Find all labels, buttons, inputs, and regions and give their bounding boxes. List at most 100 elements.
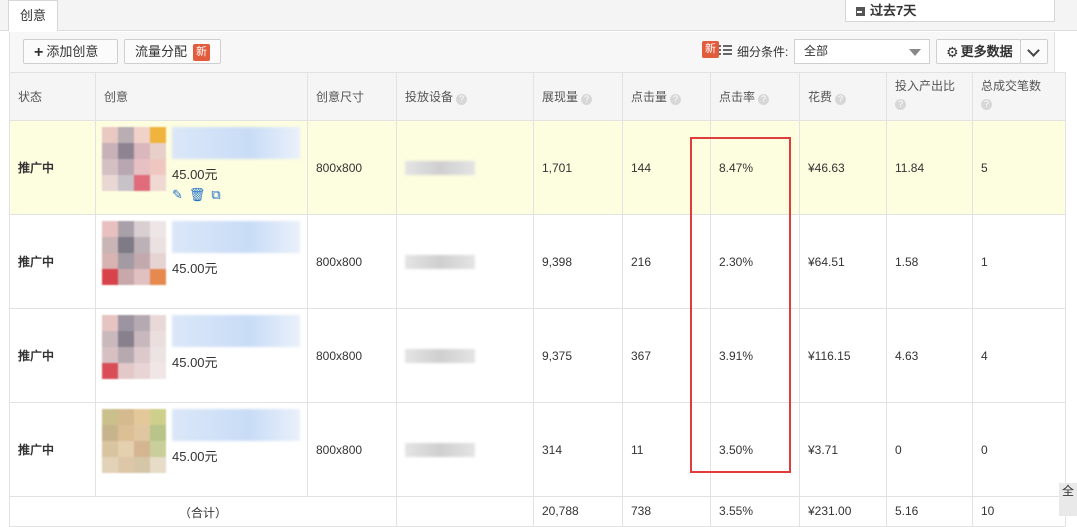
ctr-cell: 3.50% [710, 402, 800, 497]
new-badge: 新 [193, 44, 211, 61]
table-row: 推广中 45.00元 800x800 314 11 3.50% ¥3.71 0 … [9, 402, 1066, 497]
creative-thumbnail[interactable] [102, 221, 166, 285]
impressions-cell: 1,701 [533, 120, 623, 215]
date-range-button[interactable]: 过去7天 [845, 0, 1055, 22]
help-icon[interactable]: ? [670, 94, 682, 105]
col-status[interactable]: 状态 [9, 72, 96, 121]
creative-cell: 45.00元 [95, 402, 308, 497]
plus-icon: + [34, 44, 44, 61]
tab-creative[interactable]: 创意 [8, 0, 58, 31]
total-impressions: 20,788 [533, 496, 623, 527]
copy-icon[interactable]: ⧉ [211, 187, 226, 202]
side-float-tab[interactable]: 全 [1059, 483, 1077, 516]
calendar-icon [856, 7, 865, 16]
help-icon[interactable]: ? [981, 99, 992, 110]
table-row: 推广中 45.00元 800x800 9,398 216 2.30% ¥64.5… [9, 214, 1066, 309]
traffic-allocation-button[interactable]: 流量分配新 [124, 39, 221, 64]
clicks-cell: 11 [622, 402, 711, 497]
orders-cell: 4 [972, 308, 1066, 403]
gear-icon: ⚙ [946, 44, 959, 60]
orders-cell: 0 [972, 402, 1066, 497]
date-range-label: 过去7天 [870, 3, 917, 18]
size-cell: 800x800 [307, 308, 397, 403]
list-icon [719, 45, 732, 55]
cost-cell: ¥116.15 [799, 308, 887, 403]
table-row: 推广中 45.00元 800x800 9,375 367 3.91% ¥116.… [9, 308, 1066, 403]
help-icon[interactable]: ? [581, 94, 593, 105]
creative-title[interactable] [172, 127, 300, 159]
creative-title[interactable] [172, 315, 300, 347]
cost-cell: ¥3.71 [799, 402, 887, 497]
col-creative[interactable]: 创意 [95, 72, 308, 121]
row-actions: ✎🗑⧉ [172, 187, 227, 203]
total-ctr: 3.55% [710, 496, 800, 527]
trash-icon[interactable]: 🗑 [189, 187, 212, 202]
device-value [405, 442, 475, 457]
roi-cell: 11.84 [886, 120, 973, 215]
ctr-cell: 8.47% [710, 120, 800, 215]
total-clicks: 738 [622, 496, 711, 527]
creative-price: 45.00元 [172, 167, 218, 182]
segment-select-value: 全部 [804, 44, 829, 58]
more-data-label: 更多数据 [960, 44, 1013, 59]
clicks-cell: 144 [622, 120, 711, 215]
impressions-cell: 9,398 [533, 214, 623, 309]
table-header: 状态 创意 创意尺寸 投放设备? 展现量? 点击量? 点击率? 花费? 投入产出… [9, 72, 1066, 121]
status-cell: 推广中 [9, 308, 96, 403]
device-cell [396, 214, 534, 309]
caret-down-icon [909, 49, 921, 56]
creative-title[interactable] [172, 221, 300, 253]
col-roi[interactable]: 投入产出比? [886, 72, 973, 121]
col-impressions[interactable]: 展现量? [533, 72, 623, 121]
clicks-cell: 367 [622, 308, 711, 403]
size-cell: 800x800 [307, 402, 397, 497]
segment-select[interactable]: 全部 [794, 39, 930, 64]
total-orders: 10 [972, 496, 1066, 527]
col-size[interactable]: 创意尺寸 [307, 72, 397, 121]
table-row: 推广中 45.00元 ✎🗑⧉ 800x800 1,701 144 8.47% ¥… [9, 120, 1066, 215]
device-value [405, 254, 475, 269]
col-clicks[interactable]: 点击量? [622, 72, 711, 121]
status-cell: 推广中 [9, 214, 96, 309]
help-icon[interactable]: ? [456, 94, 468, 105]
add-creative-button[interactable]: + 添加创意 [23, 39, 118, 64]
orders-cell: 5 [972, 120, 1066, 215]
creative-table: 状态 创意 创意尺寸 投放设备? 展现量? 点击量? 点击率? 花费? 投入产出… [9, 72, 1066, 527]
creative-cell: 45.00元 ✎🗑⧉ [95, 120, 308, 215]
impressions-cell: 9,375 [533, 308, 623, 403]
ctr-cell: 3.91% [710, 308, 800, 403]
more-data-button[interactable]: ⚙ 更多数据 [936, 39, 1021, 64]
more-data-dropdown[interactable] [1020, 39, 1048, 64]
col-device[interactable]: 投放设备? [396, 72, 534, 121]
creative-price: 45.00元 [172, 261, 218, 276]
help-icon[interactable]: ? [758, 94, 770, 105]
edit-icon[interactable]: ✎ [172, 187, 189, 202]
help-icon[interactable]: ? [895, 99, 906, 110]
col-cost[interactable]: 花费? [799, 72, 887, 121]
roi-cell: 1.58 [886, 214, 973, 309]
creative-cell: 45.00元 [95, 308, 308, 403]
clicks-cell: 216 [622, 214, 711, 309]
device-cell [396, 308, 534, 403]
col-orders[interactable]: 总成交笔数? [972, 72, 1066, 121]
top-tab-bar: 创意 过去7天 [0, 0, 1077, 31]
help-icon[interactable]: ? [835, 94, 847, 105]
total-label: （合计） [9, 496, 397, 527]
cost-cell: ¥46.63 [799, 120, 887, 215]
device-cell [396, 120, 534, 215]
creative-price: 45.00元 [172, 449, 218, 464]
creative-title[interactable] [172, 409, 300, 441]
total-row: （合计） 20,788 738 3.55% ¥231.00 5.16 10 [9, 496, 1066, 527]
chevron-down-icon [1027, 44, 1040, 57]
creative-price: 45.00元 [172, 355, 218, 370]
orders-cell: 1 [972, 214, 1066, 309]
creative-thumbnail[interactable] [102, 315, 166, 379]
creative-thumbnail[interactable] [102, 127, 166, 191]
creative-thumbnail[interactable] [102, 409, 166, 473]
toolbar: + 添加创意 流量分配新 新 细分条件: 全部 ⚙ 更多数据 [9, 32, 1055, 72]
status-cell: 推广中 [9, 120, 96, 215]
roi-cell: 4.63 [886, 308, 973, 403]
size-cell: 800x800 [307, 214, 397, 309]
size-cell: 800x800 [307, 120, 397, 215]
col-ctr[interactable]: 点击率? [710, 72, 800, 121]
